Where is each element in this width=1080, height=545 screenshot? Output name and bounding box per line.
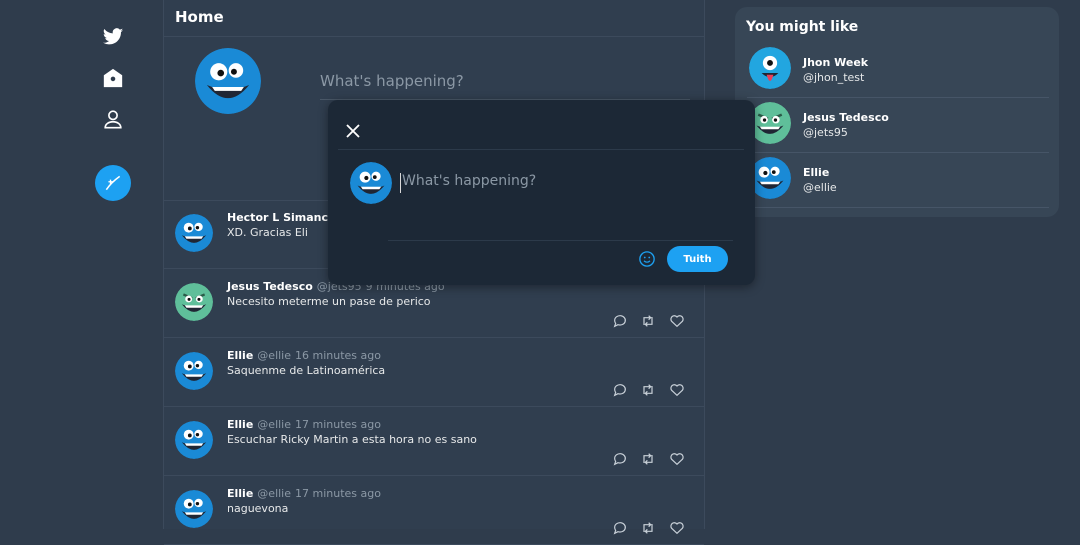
reply-icon[interactable] — [612, 313, 628, 329]
avatar[interactable] — [175, 490, 213, 528]
twitter-bird-icon[interactable] — [102, 26, 124, 48]
tweet-text: naguevona — [227, 502, 289, 515]
suggestion-item[interactable]: Ellie @ellie — [747, 153, 1049, 208]
avatar[interactable] — [175, 352, 213, 390]
page-title: Home — [175, 8, 224, 26]
profile-icon[interactable] — [102, 108, 124, 130]
tweet-actions — [612, 451, 692, 467]
emoji-icon[interactable] — [638, 250, 656, 268]
like-icon[interactable] — [669, 382, 685, 398]
left-nav — [0, 0, 163, 529]
like-icon[interactable] — [669, 520, 685, 536]
avatar — [195, 48, 261, 114]
feed-header: Home — [164, 0, 704, 37]
retweet-icon[interactable] — [640, 313, 656, 329]
suggestion-handle: @ellie — [803, 181, 837, 194]
suggestion-name: Ellie — [803, 166, 830, 179]
tweet-text: Escuchar Ricky Martin a esta hora no es … — [227, 433, 477, 446]
retweet-icon[interactable] — [640, 451, 656, 467]
tweet-handle: @ellie — [257, 418, 292, 431]
modal-input-divider — [388, 240, 733, 241]
avatar — [350, 162, 392, 204]
composer-input[interactable]: What's happening? — [320, 72, 464, 90]
avatar[interactable] — [175, 214, 213, 252]
avatar[interactable] — [749, 47, 791, 89]
suggestion-name: Jhon Week — [803, 56, 869, 69]
tweet-actions — [612, 382, 692, 398]
tweet-text-input[interactable]: What's happening? — [400, 173, 732, 193]
tweet-time: 17 minutes ago — [295, 418, 381, 431]
tweet-author[interactable]: Ellie @ellie 17 minutes ago — [227, 418, 381, 431]
tweet-actions — [612, 313, 692, 329]
tweet-handle: @ellie — [257, 487, 292, 500]
tweet-text: Necesito meterme un pase de perico — [227, 295, 431, 308]
reply-icon[interactable] — [612, 382, 628, 398]
reply-icon[interactable] — [612, 451, 628, 467]
tweet-text: XD. Gracias Eli — [227, 226, 308, 239]
modal-divider — [338, 149, 744, 150]
suggestions-title: You might like — [746, 19, 859, 35]
compose-tweet-button[interactable] — [95, 165, 131, 201]
avatar[interactable] — [175, 283, 213, 321]
suggestion-item[interactable]: Jhon Week @jhon_test — [747, 43, 1049, 98]
tweet-actions — [612, 520, 692, 536]
tweet-time: 16 minutes ago — [295, 349, 381, 362]
compose-modal: What's happening? Tuith — [328, 100, 755, 285]
like-icon[interactable] — [669, 451, 685, 467]
home-icon[interactable] — [102, 67, 124, 89]
tweet-time: 17 minutes ago — [295, 487, 381, 500]
feather-icon — [105, 175, 121, 191]
tweet-item[interactable]: Ellie @ellie 17 minutes ago Escuchar Ricky… — [164, 407, 704, 476]
retweet-icon[interactable] — [640, 382, 656, 398]
tweet-handle: @ellie — [257, 349, 292, 362]
tweet-author[interactable]: Ellie @ellie 16 minutes ago — [227, 349, 381, 362]
avatar[interactable] — [749, 157, 791, 199]
reply-icon[interactable] — [612, 520, 628, 536]
tweet-item[interactable]: Ellie @ellie 16 minutes ago Saquenme de La… — [164, 338, 704, 407]
close-icon[interactable] — [346, 123, 360, 138]
avatar[interactable] — [749, 102, 791, 144]
tweet-author[interactable]: Ellie @ellie 17 minutes ago — [227, 487, 381, 500]
avatar[interactable] — [175, 421, 213, 459]
retweet-icon[interactable] — [640, 520, 656, 536]
suggestion-name: Jesus Tedesco — [803, 111, 889, 124]
like-icon[interactable] — [669, 313, 685, 329]
suggestion-handle: @jhon_test — [803, 71, 865, 84]
tweet-item[interactable]: Ellie @ellie 17 minutes ago naguevona — [164, 476, 704, 545]
tweet-text: Saquenme de Latinoamérica — [227, 364, 386, 377]
suggestion-item[interactable]: Jesus Tedesco @jets95 — [747, 98, 1049, 153]
suggestion-handle: @jets95 — [803, 126, 848, 139]
tuith-button[interactable]: Tuith — [667, 246, 728, 272]
suggestions-panel: You might like Jhon Week @jhon_test Jesu… — [735, 7, 1059, 217]
